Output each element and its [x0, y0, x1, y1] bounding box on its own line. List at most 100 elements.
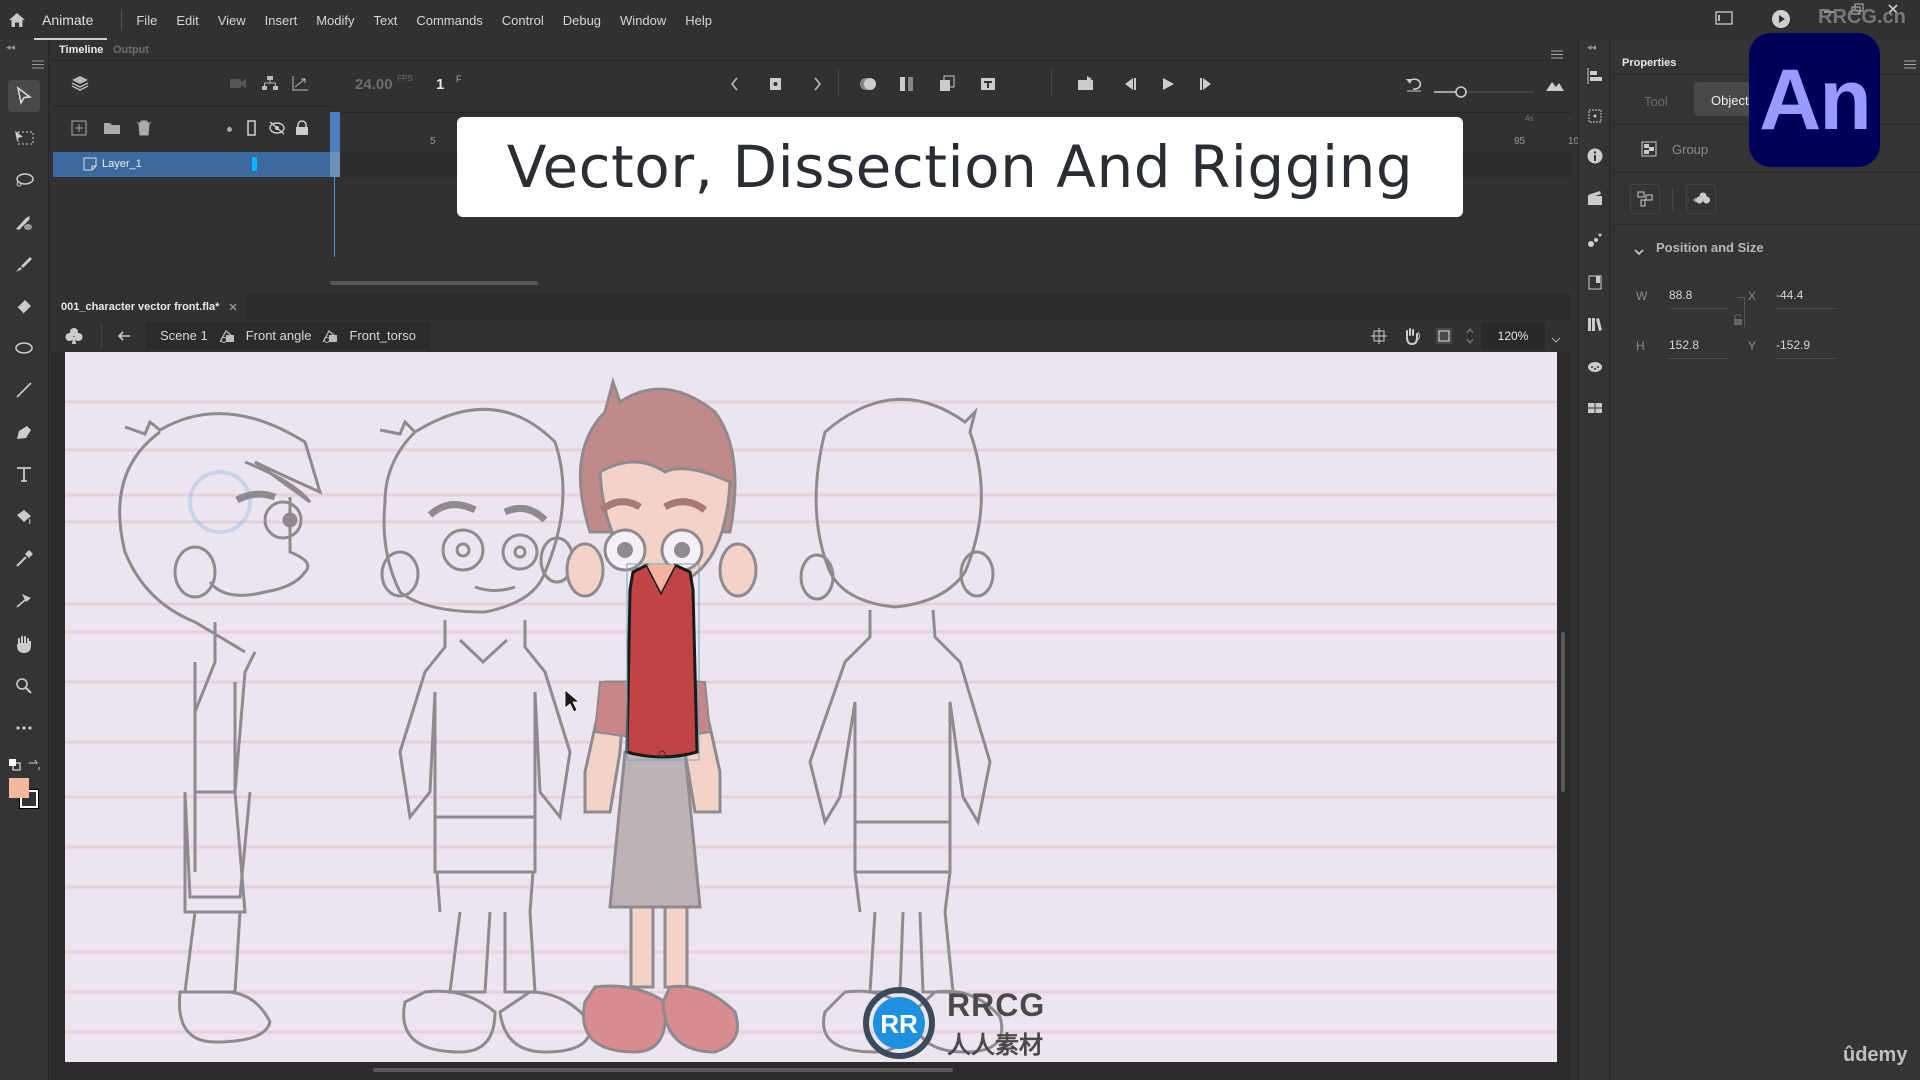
width-input[interactable]: 88.8 [1669, 288, 1729, 309]
layer-row-layer-1[interactable]: Layer_1 [53, 152, 333, 177]
align-panel-button[interactable] [1587, 68, 1603, 89]
transform-panel-button[interactable] [1587, 108, 1603, 129]
insert-blank-button[interactable] [980, 77, 996, 96]
menu-text[interactable]: Text [373, 13, 397, 28]
breadcrumb-scene[interactable]: Scene 1 [160, 328, 208, 343]
zoom-dropdown[interactable] [1551, 331, 1561, 349]
text-tool[interactable] [8, 458, 40, 490]
layer-name[interactable]: Layer_1 [102, 158, 142, 170]
break-apart-button[interactable] [1630, 184, 1660, 214]
menu-help[interactable]: Help [685, 13, 712, 28]
collapse-tools-icon[interactable]: ◂◂ [6, 42, 15, 53]
outline-toggle[interactable] [247, 120, 257, 141]
tab-tool[interactable]: Tool [1644, 94, 1668, 109]
onion-skin-button[interactable] [859, 76, 877, 97]
paste-frames-button[interactable] [939, 75, 955, 98]
clip-content-button[interactable] [1436, 328, 1452, 349]
oval-tool[interactable] [8, 332, 40, 364]
menu-edit[interactable]: Edit [176, 13, 198, 28]
more-tools-button[interactable] [8, 712, 40, 744]
visibility-toggle[interactable] [268, 121, 286, 140]
rotate-stage-button[interactable] [1403, 327, 1421, 350]
zoom-stepper[interactable] [1465, 326, 1475, 351]
eyedropper-tool[interactable] [8, 542, 40, 574]
info-panel-button[interactable] [1587, 148, 1603, 169]
swap-colors-button[interactable] [28, 758, 40, 776]
zoom-input[interactable]: 120% [1481, 323, 1545, 349]
breadcrumb-front-angle[interactable]: Front angle [246, 328, 312, 343]
menu-control[interactable]: Control [502, 13, 544, 28]
playhead-handle[interactable] [330, 112, 340, 152]
frame-size-button[interactable] [1545, 78, 1565, 97]
menu-window[interactable]: Window [620, 13, 666, 28]
loop-button[interactable] [1077, 75, 1095, 96]
eraser-tool[interactable] [8, 290, 40, 322]
properties-menu-icon[interactable] [1904, 56, 1916, 74]
library-panel-button[interactable] [1587, 316, 1603, 337]
section-collapse-toggle[interactable] [1634, 243, 1644, 261]
paint-brush-tool[interactable] [8, 206, 40, 238]
menu-insert[interactable]: Insert [265, 13, 298, 28]
menu-file[interactable]: File [136, 13, 157, 28]
motion-presets-button[interactable] [1587, 232, 1603, 253]
back-button[interactable] [117, 329, 131, 347]
convert-to-symbol-button[interactable] [1686, 184, 1716, 214]
menu-commands[interactable]: Commands [416, 13, 482, 28]
step-forward-button[interactable] [1199, 77, 1215, 96]
layers-toggle[interactable] [71, 74, 89, 97]
step-back-button[interactable] [1121, 77, 1137, 96]
document-tab[interactable]: 001_character vector front.fla* [51, 294, 248, 320]
close-tab-icon[interactable] [229, 303, 237, 311]
tab-output[interactable]: Output [113, 44, 149, 56]
x-input[interactable]: -44.4 [1776, 288, 1836, 309]
scene-panel-button[interactable] [1587, 190, 1603, 211]
stage-vertical-scrollbar[interactable] [1561, 632, 1565, 792]
timeline-menu-icon[interactable] [1551, 46, 1563, 64]
current-keyframe[interactable] [330, 152, 340, 177]
menu-debug[interactable]: Debug [563, 13, 601, 28]
lasso-tool[interactable] [8, 164, 40, 196]
new-layer-button[interactable] [71, 120, 87, 141]
insert-keyframe-button[interactable] [769, 77, 783, 96]
components-panel-button[interactable] [1587, 400, 1603, 421]
collapse-panels-icon[interactable]: ◂◂ [1587, 42, 1596, 53]
breadcrumb-front-torso[interactable]: Front_torso [349, 328, 415, 343]
fps-value[interactable]: 24.00 [355, 76, 393, 93]
new-folder-button[interactable] [103, 121, 121, 140]
menu-modify[interactable]: Modify [316, 13, 354, 28]
height-input[interactable]: 152.8 [1669, 338, 1729, 359]
color-panel-button[interactable] [1587, 358, 1603, 379]
stage-horizontal-scrollbar[interactable] [373, 1068, 953, 1072]
snap-to-center-button[interactable] [1371, 328, 1387, 349]
test-movie-button[interactable] [1771, 9, 1791, 34]
zoom-tool[interactable] [8, 670, 40, 702]
stage-canvas[interactable] [65, 352, 1557, 1062]
timeline-scrollbar[interactable] [330, 281, 538, 285]
lock-proportions-button[interactable] [1733, 313, 1743, 331]
hand-tool[interactable] [8, 628, 40, 660]
edit-multiple-frames-button[interactable] [899, 76, 915, 97]
menu-view[interactable]: View [218, 13, 246, 28]
fill-color-swatch[interactable] [9, 778, 29, 798]
pen-tool[interactable] [8, 416, 40, 448]
center-playhead-button[interactable] [1405, 76, 1423, 97]
line-tool[interactable] [8, 374, 40, 406]
play-button[interactable] [1161, 77, 1175, 96]
default-colors-button[interactable] [9, 758, 21, 776]
paint-bucket-tool[interactable] [8, 500, 40, 532]
assets-panel-button[interactable] [1587, 274, 1603, 295]
prev-keyframe-button[interactable] [729, 76, 739, 97]
y-input[interactable]: -152.9 [1776, 338, 1836, 359]
selection-tool[interactable] [8, 80, 40, 112]
tools-menu-icon[interactable] [32, 56, 44, 74]
lock-toggle[interactable] [295, 120, 309, 141]
free-transform-tool[interactable] [8, 122, 40, 154]
next-keyframe-button[interactable] [813, 76, 823, 97]
brush-tool[interactable] [8, 248, 40, 280]
home-button[interactable] [0, 0, 34, 40]
camera-button[interactable] [229, 76, 247, 95]
pin-tool[interactable] [8, 584, 40, 616]
delete-layer-button[interactable] [136, 120, 152, 141]
layer-color-swatch[interactable] [252, 157, 257, 171]
current-frame-value[interactable]: 1 [436, 76, 444, 93]
